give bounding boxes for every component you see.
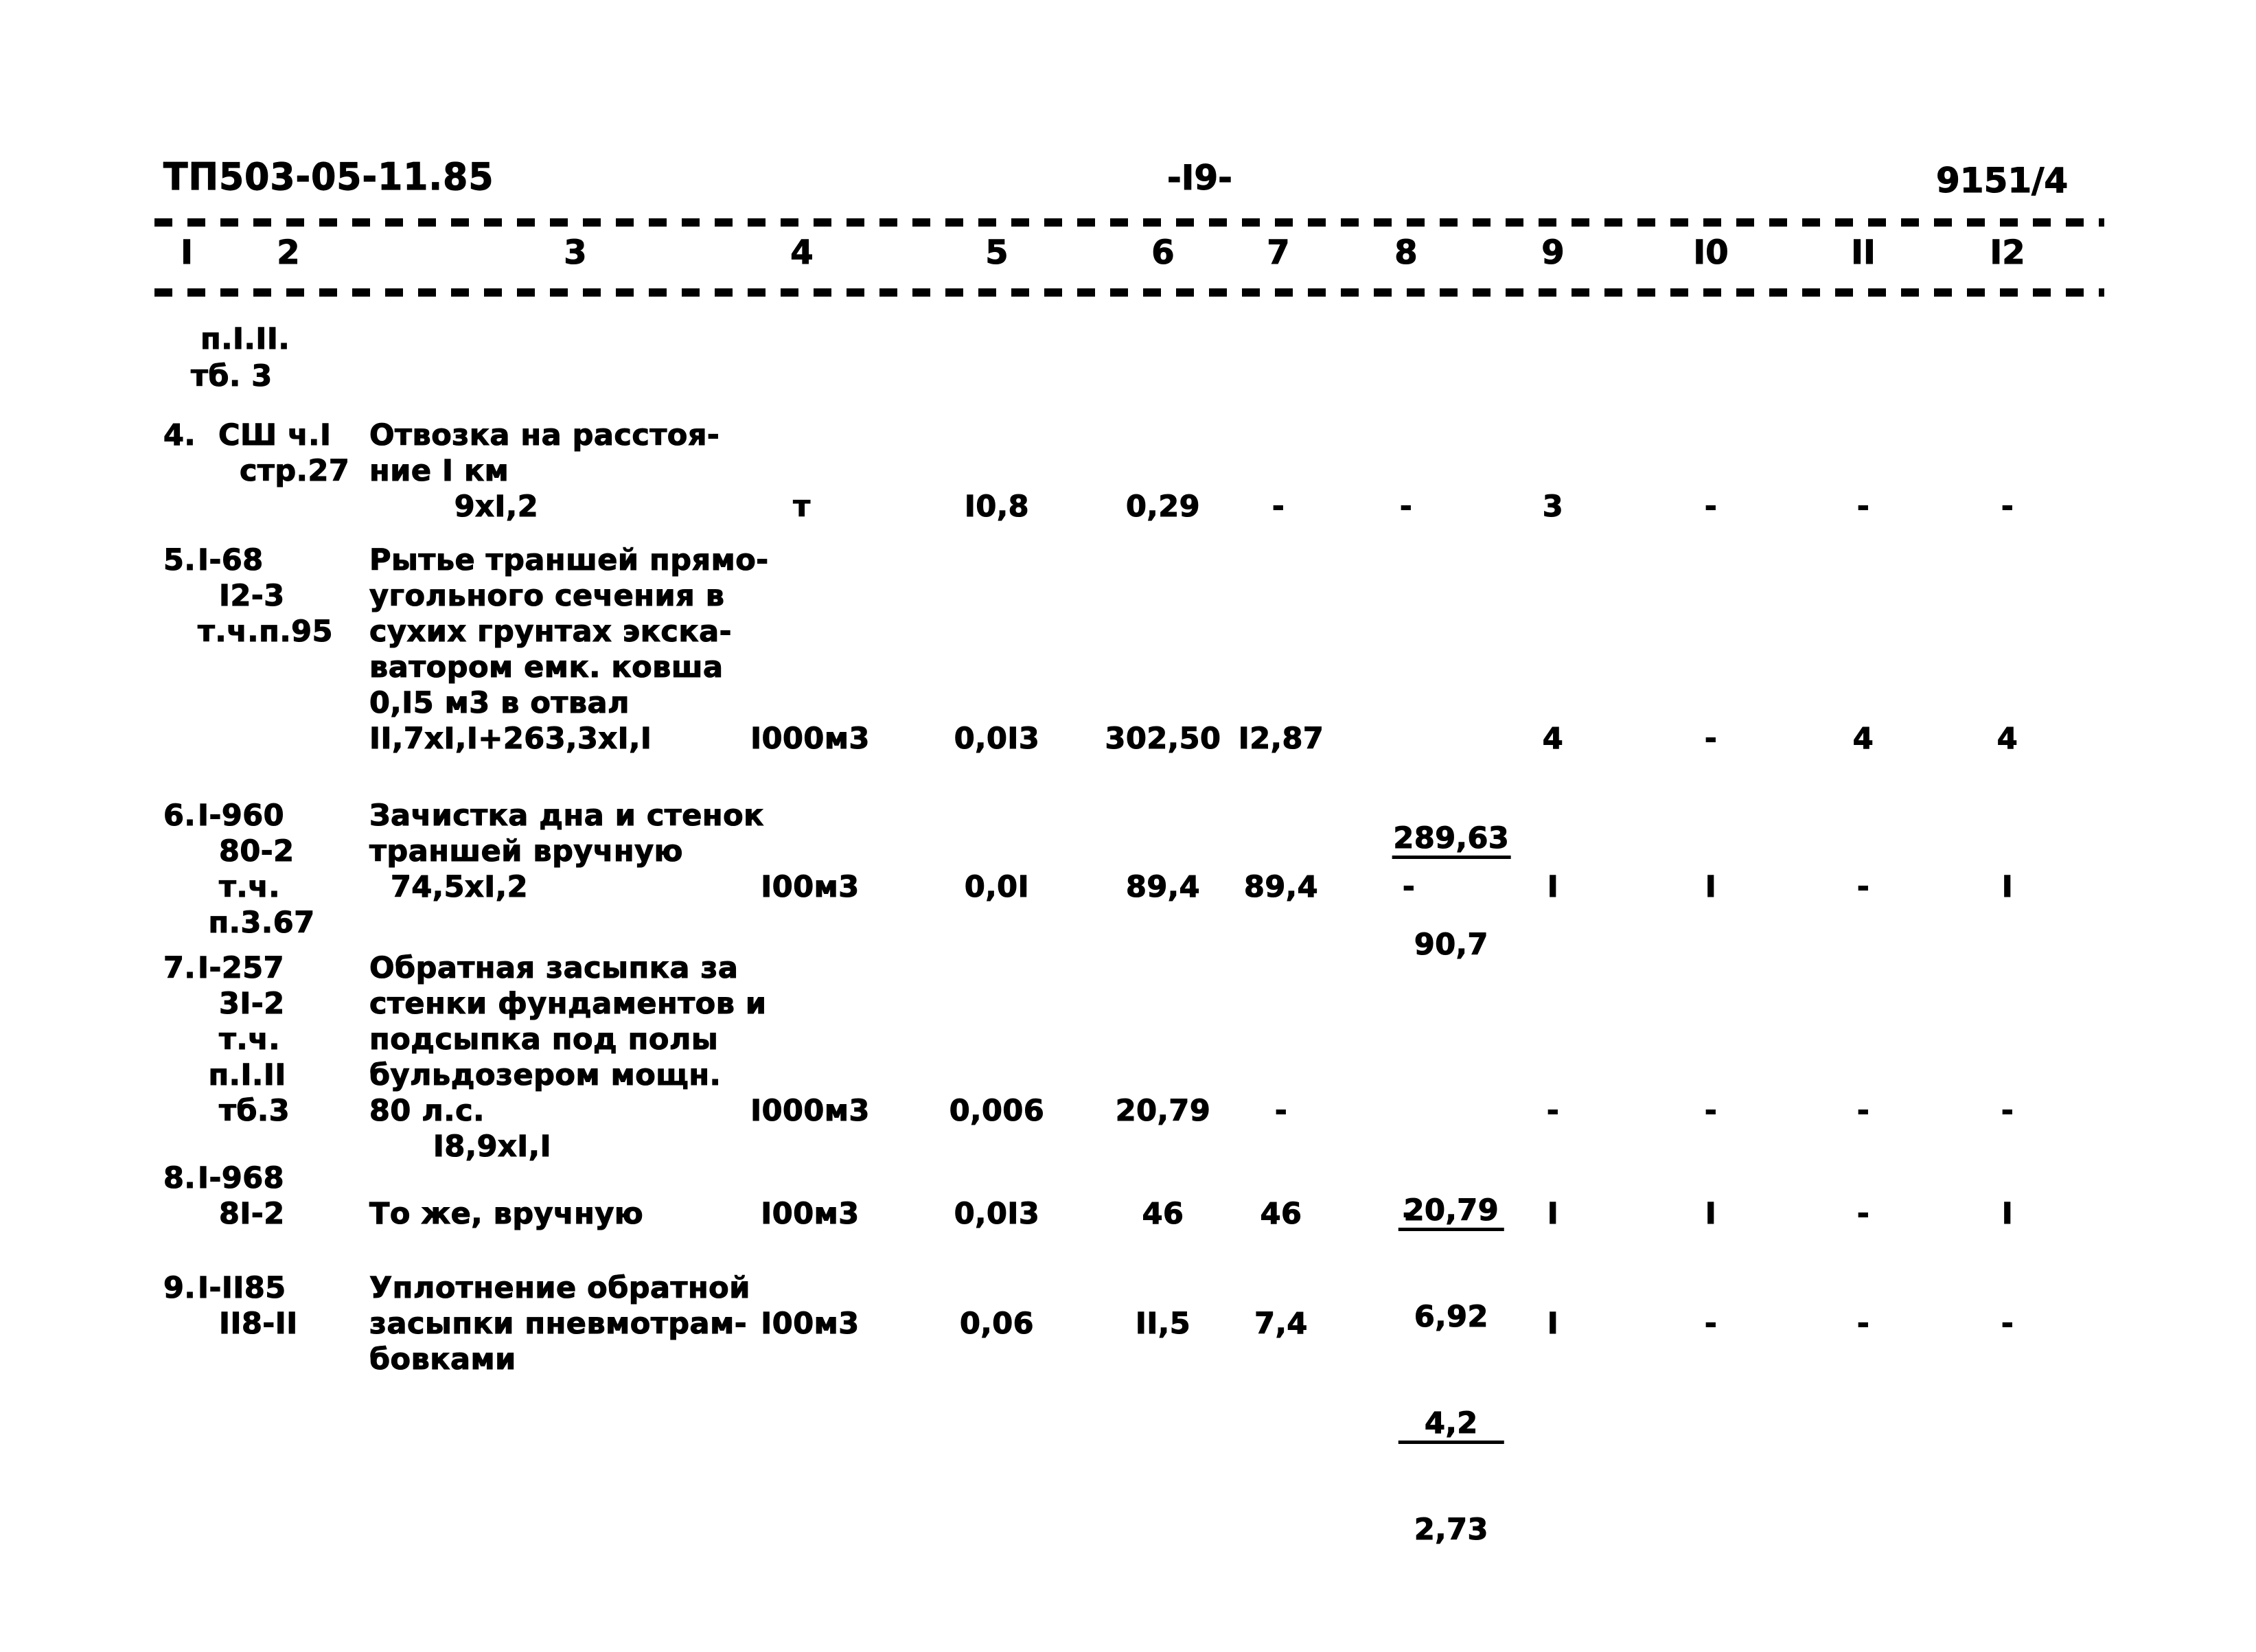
row-8-col8: - (1402, 1196, 1416, 1231)
page-number: -I9- (1166, 157, 1232, 198)
column-number-9: 9 (1541, 233, 1565, 272)
row-6-col8: - (1402, 869, 1416, 904)
row-4-col8: - (1399, 489, 1413, 524)
row-5-col10: - (1704, 721, 1718, 756)
row-4-col4: т (793, 489, 811, 524)
column-number-8: 8 (1394, 233, 1418, 272)
row-4-col1: 4. (163, 417, 196, 452)
row-5-col8-numerator: 289,63 (1392, 821, 1511, 859)
row-8-col1: 8. (163, 1160, 196, 1195)
row-4-col7: - (1271, 489, 1285, 524)
row-8-col10: I (1705, 1196, 1717, 1231)
continuation-note-line-2: тб. 3 (190, 358, 273, 393)
row-7-col4: I000м3 (750, 1093, 870, 1128)
column-number-row: I 2 3 4 5 6 7 8 9 I0 II I2 (0, 233, 2256, 283)
row-9-col9: I (1547, 1306, 1559, 1341)
document-code: ТП503-05-11.85 (163, 155, 494, 199)
row-8-col2: I-968 8I-2 (197, 1160, 285, 1231)
row-4-col6: 0,29 (1125, 489, 1201, 524)
row-9-col12: - (2001, 1306, 2014, 1341)
row-8-col11: - (1856, 1196, 1870, 1231)
row-8-col12: I (2001, 1196, 2014, 1231)
row-9-col6: II,5 (1135, 1306, 1191, 1341)
column-number-7: 7 (1267, 233, 1291, 272)
row-5-col6: 302,50 (1105, 721, 1221, 756)
row-4-col9: 3 (1542, 489, 1564, 524)
row-9-col8-numerator: 4,2 (1398, 1406, 1505, 1444)
row-6-col7: 89,4 (1243, 869, 1319, 904)
row-9-col8-fraction: 4,2 2,73 (1398, 1338, 1505, 1616)
row-7-col2: I-257 3I-2 т.ч. п.I.II тб.3 (197, 950, 290, 1128)
row-6-col11: - (1856, 869, 1870, 904)
row-5-col1: 5. (163, 542, 196, 577)
row-9-col7: 7,4 (1254, 1306, 1308, 1341)
row-9-col10: - (1704, 1306, 1718, 1341)
row-9-col4: I00м3 (761, 1306, 860, 1341)
row-5-col11: 4 (1852, 721, 1874, 756)
row-9-col2: I-II85 II8-II (197, 1270, 298, 1341)
row-7-col3: Обратная засыпка за стенки фундаментов и… (369, 950, 767, 1164)
row-6-col2: I-960 80-2 т.ч. п.3.67 (197, 798, 315, 940)
continuation-note-line-1: п.I.II. (200, 321, 290, 356)
row-6-col10: I (1705, 869, 1717, 904)
row-5-col3: Рытье траншей прямо- угольного сечения в… (369, 542, 769, 756)
row-4-col10: - (1704, 489, 1718, 524)
row-9-col3: Уплотнение обратной засыпки пневмотрам- … (369, 1270, 750, 1377)
row-7-col7: - (1274, 1093, 1288, 1128)
table-top-rule (154, 218, 2104, 227)
column-number-11: II (1851, 233, 1876, 272)
row-7-col6: 20,79 (1115, 1093, 1211, 1128)
row-4-col3: Отвозка на расстоя- ние I км 9хI,2 (369, 417, 720, 524)
row-5-col9: 4 (1542, 721, 1564, 756)
row-8-col5: 0,0I3 (954, 1196, 1040, 1231)
column-number-5: 5 (985, 233, 1009, 272)
row-8-col7: 46 (1260, 1196, 1302, 1231)
column-number-3: 3 (564, 233, 588, 272)
row-8-col3: То же, вручную (369, 1196, 644, 1231)
row-6-col9: I (1547, 869, 1559, 904)
row-7-col9: - (1546, 1093, 1560, 1128)
row-7-col10: - (1704, 1093, 1718, 1128)
column-number-2: 2 (277, 233, 301, 272)
row-5-col4: I000м3 (750, 721, 870, 756)
row-8-col6: 46 (1142, 1196, 1184, 1231)
column-number-12: I2 (1990, 233, 2025, 272)
row-5-col2: I-68 I2-3 т.ч.п.95 (197, 542, 333, 649)
table-body: п.I.II. тб. 3 4. СШ ч.I стр.27 Отвозка н… (0, 302, 2256, 1572)
row-4-col11: - (1856, 489, 1870, 524)
row-5-col8-denominator: 90,7 (1414, 927, 1488, 962)
column-number-6: 6 (1151, 233, 1175, 272)
row-6-col1: 6. (163, 798, 196, 833)
row-5-col12: 4 (1996, 721, 2018, 756)
row-8-col9: I (1547, 1196, 1559, 1231)
row-9-col1: 9. (163, 1270, 196, 1305)
row-7-col11: - (1856, 1093, 1870, 1128)
table-header-rule (154, 288, 2104, 297)
row-4-col12: - (2001, 489, 2014, 524)
sheet-number: 9151/4 (1935, 160, 2069, 200)
row-6-col6: 89,4 (1125, 869, 1201, 904)
page-header: ТП503-05-11.85 -I9- 9151/4 (0, 155, 2256, 205)
row-4-col5: I0,8 (964, 489, 1030, 524)
row-7-col1: 7. (163, 950, 196, 985)
column-number-1: I (181, 233, 194, 272)
row-6-col3: Зачистка дна и стенок траншей вручную 74… (369, 798, 764, 904)
row-9-col8-denominator: 2,73 (1414, 1512, 1488, 1547)
row-6-col12: I (2001, 869, 2014, 904)
row-9-col5: 0,06 (959, 1306, 1035, 1341)
column-number-4: 4 (790, 233, 814, 272)
row-4-col2: СШ ч.I стр.27 (218, 417, 350, 488)
row-7-col12: - (2001, 1093, 2014, 1128)
column-number-10: I0 (1693, 233, 1729, 272)
row-6-col5: 0,0I (964, 869, 1030, 904)
row-6-col4: I00м3 (761, 869, 860, 904)
scanned-document-page: ТП503-05-11.85 -I9- 9151/4 I 2 3 4 5 6 7… (0, 0, 2256, 1572)
row-5-col5: 0,0I3 (954, 721, 1040, 756)
row-7-col5: 0,006 (949, 1093, 1045, 1128)
row-9-col11: - (1856, 1306, 1870, 1341)
row-9-col8: 4,2 2,73 (1313, 1302, 1505, 1652)
row-8-col4: I00м3 (761, 1196, 860, 1231)
